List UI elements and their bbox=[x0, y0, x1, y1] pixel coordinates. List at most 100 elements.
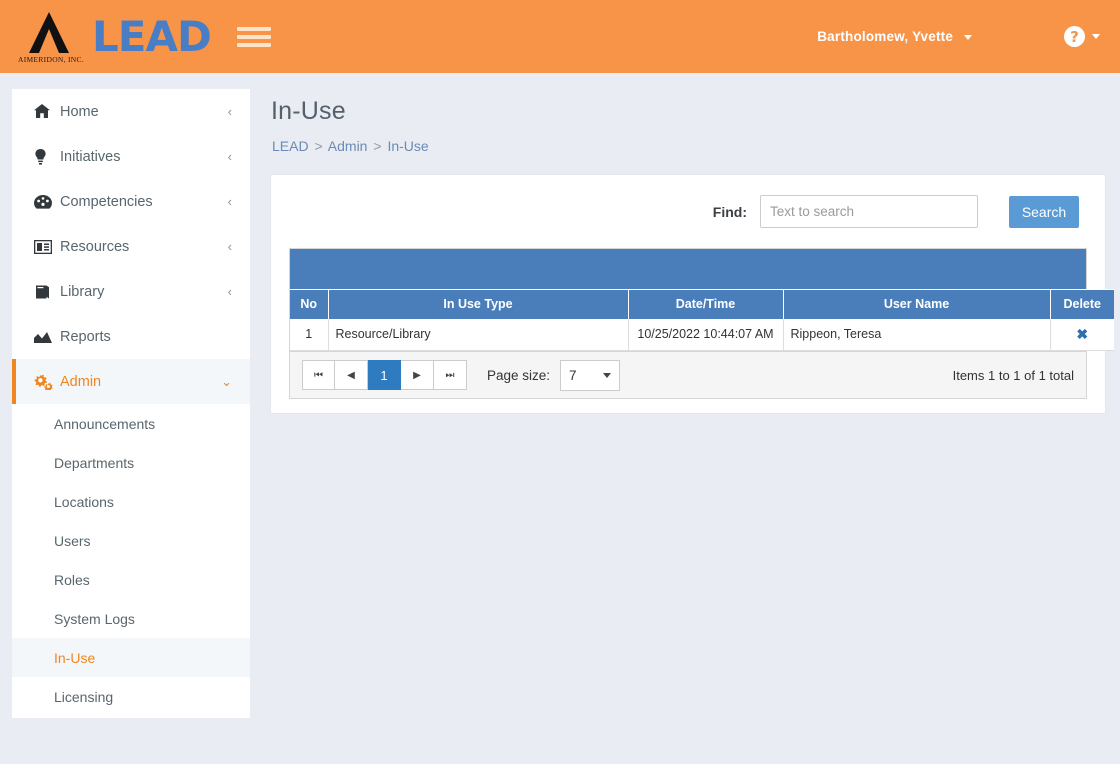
lead-wordmark: LEAD bbox=[92, 11, 212, 61]
search-button[interactable]: Search bbox=[1009, 195, 1079, 228]
sidebar-item-admin[interactable]: Admin ⌄ bbox=[12, 359, 250, 404]
sidebar-nav: Home ‹ Initiatives ‹ Competencies ‹ Reso… bbox=[12, 89, 250, 718]
company-name: AIMERIDON, INC. bbox=[18, 54, 84, 64]
sidebar-subitem-label: System Logs bbox=[54, 610, 135, 627]
sidebar-subitem-label: Departments bbox=[54, 454, 135, 471]
user-menu-button[interactable]: Bartholomew, Yvette bbox=[817, 29, 972, 44]
breadcrumb-link-admin[interactable]: Admin bbox=[328, 138, 368, 154]
lead-text: LEAD bbox=[92, 11, 212, 61]
sidebar-subitem-announcements[interactable]: Announcements bbox=[12, 404, 250, 443]
sidebar-subitem-label: Locations bbox=[54, 493, 114, 510]
cell-no: 1 bbox=[290, 318, 329, 351]
sidebar-subitem-label: In-Use bbox=[54, 649, 96, 666]
sidebar-subitem-label: Licensing bbox=[54, 688, 114, 705]
sidebar-item-label: Admin bbox=[60, 373, 102, 390]
pagination-first-button[interactable]: ⏮ bbox=[302, 360, 335, 390]
cell-datetime: 10/25/2022 10:44:07 AM bbox=[628, 318, 784, 351]
table-header-row: No In Use Type Date/Time User Name Delet… bbox=[290, 289, 1114, 319]
breadcrumb-separator: > bbox=[373, 138, 382, 154]
chevron-left-icon: ‹ bbox=[227, 239, 232, 254]
sidebar-item-resources[interactable]: Resources ‹ bbox=[12, 224, 250, 269]
gears-icon bbox=[34, 374, 60, 390]
cell-user-name: Rippeon, Teresa bbox=[783, 318, 1051, 351]
pagination: ⏮ ◀ 1 ▶ ⏭ bbox=[302, 360, 467, 390]
breadcrumb-current-in-use[interactable]: In-Use bbox=[387, 138, 428, 154]
page-size-label: Page size: bbox=[487, 367, 551, 383]
chevron-left-icon: ‹ bbox=[227, 104, 232, 119]
sidebar-subitem-users[interactable]: Users bbox=[12, 521, 250, 560]
cell-in-use-type: Resource/Library bbox=[328, 318, 629, 351]
sidebar-subitem-roles[interactable]: Roles bbox=[12, 560, 250, 599]
main-content: In-Use LEAD > Admin > In-Use Find: Searc… bbox=[262, 89, 1114, 414]
breadcrumb: LEAD > Admin > In-Use bbox=[272, 138, 1110, 154]
breadcrumb-separator: > bbox=[314, 138, 323, 154]
column-header-no[interactable]: No bbox=[290, 289, 329, 319]
sidebar-item-reports[interactable]: Reports bbox=[12, 314, 250, 359]
sidebar-subitem-licensing[interactable]: Licensing bbox=[12, 677, 250, 716]
sidebar-item-label: Home bbox=[60, 103, 99, 120]
sidebar-subitem-departments[interactable]: Departments bbox=[12, 443, 250, 482]
in-use-grid: No In Use Type Date/Time User Name Delet… bbox=[289, 248, 1114, 399]
sidebar-subitem-label: Users bbox=[54, 532, 91, 549]
triangle-icon bbox=[29, 11, 69, 53]
chevron-left-icon: ‹ bbox=[227, 284, 232, 299]
column-header-in-use-type[interactable]: In Use Type bbox=[328, 289, 629, 319]
home-icon bbox=[34, 104, 60, 119]
sidebar-item-initiatives[interactable]: Initiatives ‹ bbox=[12, 134, 250, 179]
gauge-icon bbox=[34, 194, 60, 209]
sidebar-item-competencies[interactable]: Competencies ‹ bbox=[12, 179, 250, 224]
sidebar-subitem-label: Announcements bbox=[54, 415, 156, 432]
hamburger-bar bbox=[236, 42, 271, 47]
chevron-down-icon bbox=[1092, 34, 1100, 39]
hamburger-bar bbox=[236, 26, 271, 31]
sidebar-item-label: Initiatives bbox=[60, 148, 121, 165]
lightbulb-icon bbox=[34, 148, 60, 165]
pagination-last-button[interactable]: ⏭ bbox=[434, 360, 467, 390]
sidebar-subitem-in-use[interactable]: In-Use bbox=[12, 638, 250, 677]
book-icon bbox=[34, 284, 60, 300]
hamburger-menu-icon[interactable] bbox=[236, 24, 271, 50]
pagination-prev-button[interactable]: ◀ bbox=[335, 360, 368, 390]
sidebar-item-library[interactable]: Library ‹ bbox=[12, 269, 250, 314]
pagination-page-1[interactable]: 1 bbox=[368, 360, 401, 390]
content-card: Find: Search No In Use Type Date/Time Us… bbox=[270, 174, 1114, 414]
brand-logo[interactable]: AIMERIDON, INC. LEAD bbox=[0, 9, 212, 65]
chart-area-icon bbox=[34, 331, 60, 343]
cell-delete: ✖ bbox=[1050, 318, 1114, 351]
column-header-delete: Delete bbox=[1050, 289, 1114, 319]
chevron-down-icon bbox=[964, 34, 972, 40]
column-header-user-name[interactable]: User Name bbox=[783, 289, 1051, 319]
page-size-value: 7 bbox=[569, 367, 577, 383]
aimeridon-logo-mark: AIMERIDON, INC. bbox=[14, 9, 86, 65]
sidebar-item-label: Competencies bbox=[60, 193, 153, 210]
user-name-label: Bartholomew, Yvette bbox=[817, 29, 954, 44]
chevron-left-icon: ‹ bbox=[227, 194, 232, 209]
pagination-next-button[interactable]: ▶ bbox=[401, 360, 434, 390]
sidebar-subitem-label: Roles bbox=[54, 571, 90, 588]
sidebar-item-label: Resources bbox=[60, 238, 130, 255]
delete-icon[interactable]: ✖ bbox=[1076, 326, 1088, 342]
sidebar-item-label: Library bbox=[60, 283, 105, 300]
grid-toolbar-band bbox=[290, 249, 1086, 289]
sidebar-subitem-system-logs[interactable]: System Logs bbox=[12, 599, 250, 638]
grid-footer: ⏮ ◀ 1 ▶ ⏭ Page size: 7 Items 1 to 1 of 1… bbox=[290, 351, 1086, 398]
page-title: In-Use bbox=[271, 97, 346, 125]
page-size-select[interactable]: 7 bbox=[560, 359, 621, 391]
table-row: 1 Resource/Library 10/25/2022 10:44:07 A… bbox=[290, 318, 1114, 351]
hamburger-bar bbox=[236, 34, 271, 39]
chevron-down-icon bbox=[603, 372, 612, 378]
sidebar-subitem-locations[interactable]: Locations bbox=[12, 482, 250, 521]
sidebar-item-home[interactable]: Home ‹ bbox=[12, 89, 250, 134]
find-label: Find: bbox=[712, 203, 747, 220]
in-use-table: No In Use Type Date/Time User Name Delet… bbox=[290, 289, 1114, 351]
search-row: Find: Search bbox=[289, 195, 1087, 228]
help-menu-button[interactable]: ? bbox=[1064, 26, 1100, 47]
chevron-down-icon: ⌄ bbox=[221, 374, 232, 389]
search-input[interactable] bbox=[760, 195, 978, 228]
items-total-label: Items 1 to 1 of 1 total bbox=[952, 367, 1074, 383]
breadcrumb-link-lead[interactable]: LEAD bbox=[272, 138, 309, 154]
id-card-icon bbox=[34, 239, 60, 254]
chevron-left-icon: ‹ bbox=[227, 149, 232, 164]
help-icon: ? bbox=[1064, 26, 1085, 47]
column-header-datetime[interactable]: Date/Time bbox=[628, 289, 784, 319]
